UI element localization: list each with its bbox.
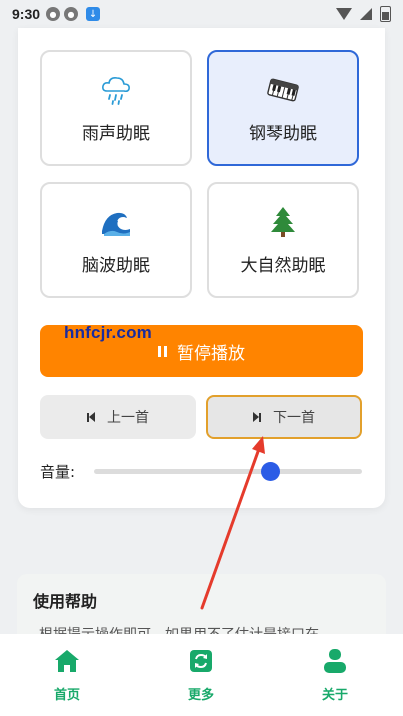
battery-icon (380, 6, 391, 22)
download-icon: ↓ (86, 7, 101, 21)
status-icons (336, 6, 391, 22)
piano-icon (267, 78, 299, 101)
watermark-text: hnfcjr.com (64, 323, 152, 342)
wifi-icon (336, 8, 352, 20)
tree-icon (271, 206, 295, 237)
player-card: 雨声助眠 钢琴助眠 脑波助眠 大自然助眠 暂停播放 上一首 下一首 音量: (18, 28, 385, 508)
refresh-icon (190, 650, 212, 672)
nav-item-home[interactable]: 首页 (22, 648, 112, 703)
sound-tile-label: 大自然助眠 (240, 255, 326, 276)
signal-icon (360, 8, 372, 20)
nav-item-label: 首页 (53, 688, 80, 703)
sound-tile-brainwave[interactable]: 脑波助眠 (40, 182, 192, 298)
sound-tile-label: 钢琴助眠 (249, 123, 317, 144)
notification-icon: ● (46, 7, 61, 21)
previous-track-button[interactable]: 上一首 (40, 395, 196, 439)
skip-previous-icon (87, 412, 95, 422)
wave-icon (102, 212, 130, 236)
status-time: 9:30 (12, 6, 41, 22)
bottom-navigation: 首页 更多 关于 (0, 634, 403, 716)
rain-cloud-icon (102, 76, 130, 105)
skip-next-icon (253, 412, 261, 422)
volume-slider-thumb[interactable] (261, 462, 281, 481)
sound-tile-nature[interactable]: 大自然助眠 (207, 182, 359, 298)
previous-track-label: 上一首 (107, 410, 149, 426)
next-track-label: 下一首 (273, 410, 315, 426)
notification-icon: ● (64, 7, 79, 21)
sound-tile-label: 雨声助眠 (82, 123, 150, 144)
nav-item-label: 关于 (321, 688, 348, 703)
volume-slider[interactable] (94, 462, 362, 481)
sound-tile-label: 脑波助眠 (82, 255, 150, 276)
pause-button-label: 暂停播放 (177, 343, 245, 364)
home-icon (55, 650, 79, 672)
pause-icon (158, 345, 167, 357)
nav-item-about[interactable]: 关于 (290, 648, 380, 703)
nav-item-label: 更多 (187, 688, 214, 703)
volume-label: 音量: (40, 463, 76, 481)
nav-item-more[interactable]: 更多 (156, 648, 246, 703)
next-track-button[interactable]: 下一首 (206, 395, 362, 439)
user-icon (324, 649, 346, 673)
help-title: 使用帮助 (33, 592, 98, 611)
sound-tile-piano[interactable]: 钢琴助眠 (207, 50, 359, 166)
sound-tile-rain[interactable]: 雨声助眠 (40, 50, 192, 166)
status-bar: 9:30 ● ● ↓ (0, 0, 403, 28)
